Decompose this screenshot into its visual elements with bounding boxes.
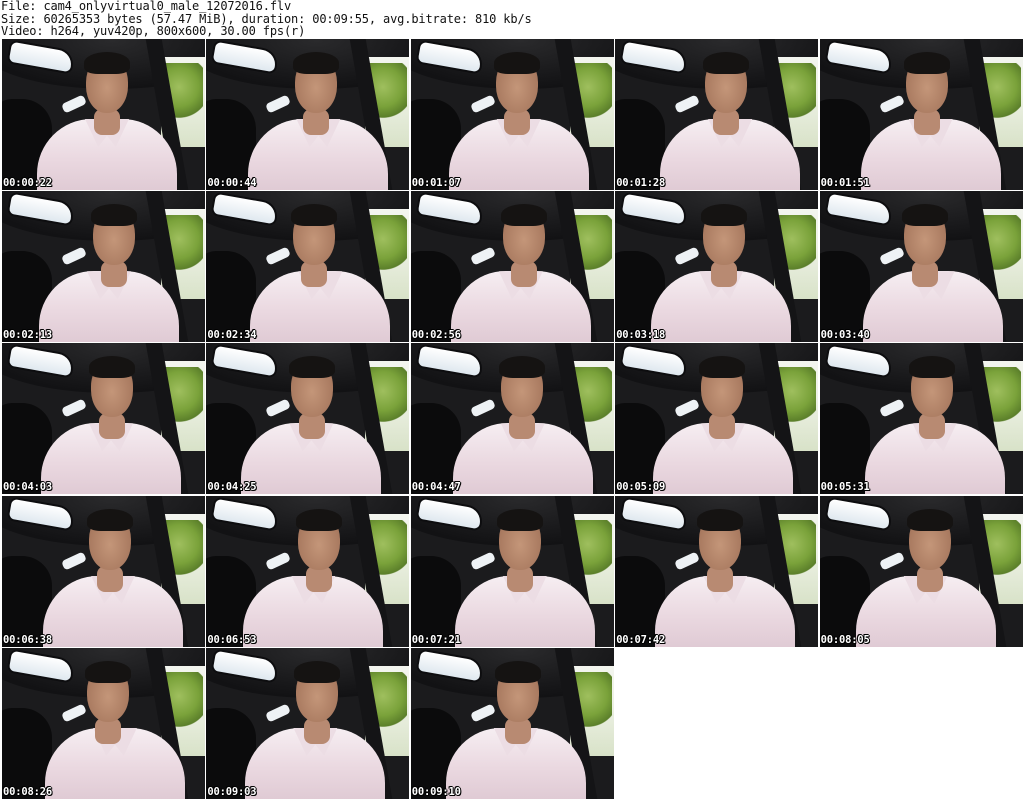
thumbnail-timecode: 00:02:13 (3, 329, 52, 342)
video-frame-image (2, 647, 205, 799)
video-frame-image (206, 39, 410, 190)
video-frame-image (410, 39, 614, 190)
video-thumbnail: 00:02:34 (206, 191, 410, 343)
video-thumbnail: 00:04:47 (410, 343, 614, 495)
thumbnail-timecode: 00:01:28 (616, 177, 666, 189)
thumbnail-timecode: 00:04:03 (3, 481, 52, 494)
thumbnail-timecode: 00:04:25 (207, 481, 257, 494)
video-frame-image (615, 495, 819, 647)
video-thumbnail: 00:09:10 (410, 647, 614, 799)
video-thumbnail: 00:06:38 (2, 495, 205, 647)
video-frame-image (2, 39, 205, 190)
video-thumbnail: 00:01:51 (819, 39, 1023, 190)
video-thumbnail: 00:03:18 (615, 191, 819, 343)
video-thumbnail: 00:00:44 (206, 39, 410, 190)
video-frame-image (819, 495, 1023, 647)
thumbnail-timecode: 00:07:21 (411, 633, 461, 646)
thumbnail-timecode: 00:09:10 (411, 785, 461, 798)
video-frame-image (206, 191, 410, 343)
file-name-line: File: cam4_onlyvirtual0_male_12072016.fl… (1, 0, 292, 13)
thumbnail-timecode: 00:07:42 (616, 633, 666, 646)
video-frame-image (410, 191, 614, 343)
thumbnail-timecode: 00:06:53 (207, 633, 257, 646)
video-frame-image (615, 343, 819, 495)
video-thumbnail: 00:01:07 (410, 39, 614, 190)
thumbnail-grid: 00:00:22 00:00:44 00:01:07 00:01:28 00:01:51… (2, 39, 1023, 799)
video-frame-image (615, 191, 819, 343)
thumbnail-timecode: 00:00:22 (3, 177, 52, 189)
video-thumbnail: 00:08:05 (819, 495, 1023, 647)
thumbnail-timecode: 00:05:09 (616, 481, 666, 494)
video-frame-image (2, 343, 205, 495)
video-thumbnail: 00:07:21 (410, 495, 614, 647)
video-thumbnail: 00:02:56 (410, 191, 614, 343)
video-frame-image (410, 495, 614, 647)
thumbnail-timecode: 00:09:03 (207, 785, 257, 798)
video-frame-image (819, 191, 1023, 343)
thumbnail-timecode: 00:02:56 (411, 329, 461, 342)
video-thumbnail: 00:05:31 (819, 343, 1023, 495)
video-info-line: Video: h264, yuv420p, 800x600, 30.00 fps… (1, 24, 306, 38)
thumbnail-timecode: 00:03:18 (616, 329, 666, 342)
video-frame-image (410, 343, 614, 495)
video-frame-image (206, 495, 410, 647)
thumbnail-timecode: 00:02:34 (207, 329, 257, 342)
video-thumbnail: 00:05:09 (615, 343, 819, 495)
video-frame-image (2, 495, 205, 647)
video-frame-image (819, 39, 1023, 190)
thumbnail-timecode: 00:01:07 (411, 177, 461, 189)
thumbnail-timecode: 00:05:31 (820, 481, 870, 494)
video-thumbnail: 00:00:22 (2, 39, 205, 190)
video-thumbnail: 00:06:53 (206, 495, 410, 647)
video-thumbnail: 00:04:25 (206, 343, 410, 495)
video-thumbnail: 00:04:03 (2, 343, 205, 495)
thumbnail-timecode: 00:08:05 (820, 633, 870, 646)
video-frame-image (819, 343, 1023, 495)
thumbnail-timecode: 00:01:51 (820, 177, 870, 189)
video-thumbnail: 00:01:28 (615, 39, 819, 190)
thumbnail-timecode: 00:03:40 (820, 329, 870, 342)
file-info-header: File: cam4_onlyvirtual0_male_12072016.fl… (0, 0, 1024, 38)
thumbnail-timecode: 00:04:47 (411, 481, 461, 494)
video-thumbnail: 00:09:03 (206, 647, 410, 799)
video-thumbnail: 00:02:13 (2, 191, 205, 343)
thumbnail-timecode: 00:08:26 (3, 785, 52, 798)
video-thumbnail: 00:03:40 (819, 191, 1023, 343)
thumbnail-timecode: 00:06:38 (3, 633, 52, 646)
video-thumbnail: 00:07:42 (615, 495, 819, 647)
video-thumbnail: 00:08:26 (2, 647, 205, 799)
thumbnail-timecode: 00:00:44 (207, 177, 257, 189)
video-frame-image (206, 647, 410, 799)
video-frame-image (206, 343, 410, 495)
video-frame-image (615, 39, 819, 190)
video-frame-image (2, 191, 205, 343)
video-frame-image (410, 647, 614, 799)
